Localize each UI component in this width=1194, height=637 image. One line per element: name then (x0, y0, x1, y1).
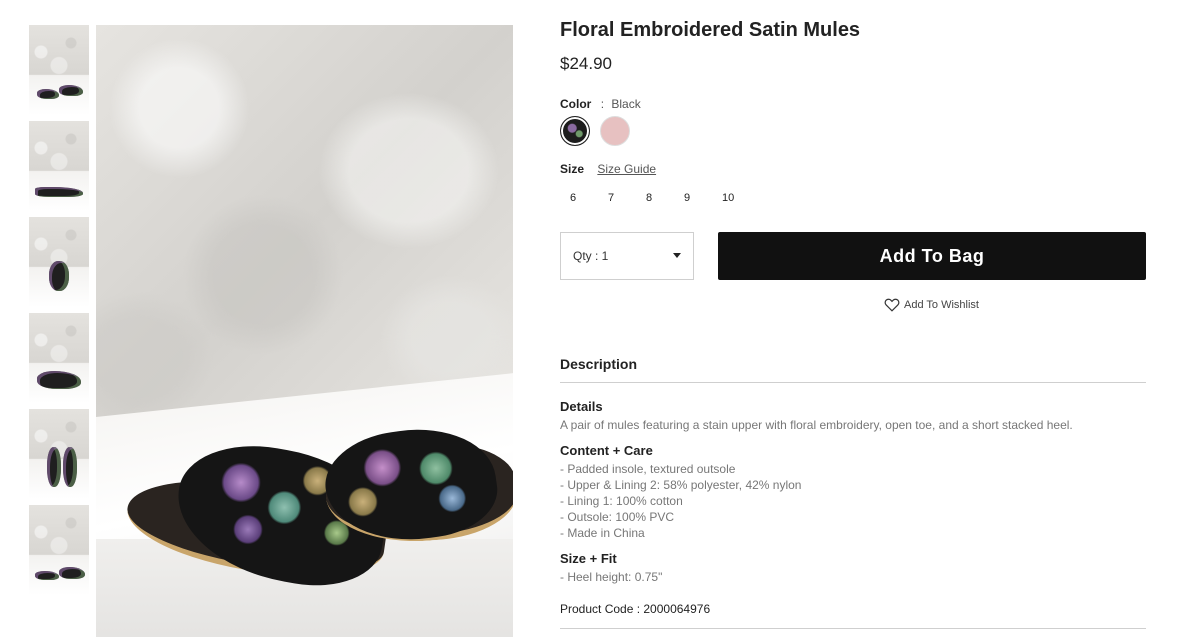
size-label: Size (560, 162, 585, 176)
color-separator: : (600, 97, 605, 111)
thumbnail-5[interactable] (29, 409, 89, 499)
size-options: 6 7 8 9 10 (560, 192, 750, 204)
thumbnail-6[interactable] (29, 505, 89, 595)
list-item: - Heel height: 0.75" (560, 570, 663, 584)
add-to-bag-button[interactable]: Add To Bag (718, 232, 1146, 280)
size-option-9[interactable]: 9 (674, 192, 712, 204)
color-label: Color (560, 97, 592, 111)
product-code: Product Code : 2000064976 (560, 602, 711, 616)
chevron-down-icon (673, 253, 681, 258)
size-selector-label: Size Size Guide (560, 162, 656, 176)
thumbnail-2[interactable] (29, 121, 89, 211)
size-guide-link[interactable]: Size Guide (597, 162, 656, 176)
thumbnail-gallery (29, 25, 89, 601)
content-care-heading: Content + Care (560, 443, 653, 458)
list-item: - Made in China (560, 526, 645, 540)
wishlist-label: Add To Wishlist (904, 298, 979, 311)
thumbnail-1[interactable] (29, 25, 89, 115)
selected-color: Black (611, 97, 641, 111)
thumbnail-4[interactable] (29, 313, 89, 403)
thumbnail-3[interactable] (29, 217, 89, 307)
details-heading: Details (560, 399, 603, 414)
content-care-list: - Padded insole, textured outsole - Uppe… (560, 461, 801, 541)
color-swatch-pink[interactable] (600, 116, 630, 146)
add-to-wishlist-link[interactable]: Add To Wishlist (884, 297, 979, 312)
divider (560, 382, 1146, 383)
size-option-10[interactable]: 10 (712, 192, 750, 204)
color-selector-label: Color : Black (560, 97, 641, 111)
size-fit-heading: Size + Fit (560, 551, 617, 566)
product-price: $24.90 (560, 54, 612, 73)
list-item: - Upper & Lining 2: 58% polyester, 42% n… (560, 478, 802, 492)
quantity-label: Qty : 1 (573, 249, 609, 263)
size-option-6[interactable]: 6 (560, 192, 598, 204)
color-swatch-black[interactable] (560, 116, 590, 146)
size-fit-list: - Heel height: 0.75" (560, 569, 662, 585)
main-product-image[interactable] (96, 25, 513, 637)
size-option-7[interactable]: 7 (598, 192, 636, 204)
list-item: - Outsole: 100% PVC (560, 510, 675, 524)
description-heading[interactable]: Description (560, 356, 637, 372)
details-text: A pair of mules featuring a stain upper … (560, 418, 1073, 432)
quantity-select[interactable]: Qty : 1 (560, 232, 694, 280)
product-title: Floral Embroidered Satin Mules (560, 19, 861, 41)
size-option-8[interactable]: 8 (636, 192, 674, 204)
divider (560, 628, 1146, 629)
heart-icon (884, 298, 900, 312)
list-item: - Padded insole, textured outsole (560, 462, 736, 476)
list-item: - Lining 1: 100% cotton (560, 494, 683, 508)
